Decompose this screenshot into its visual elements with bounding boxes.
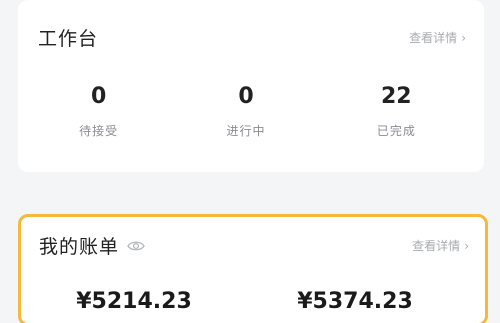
stat-in-progress[interactable]: 0 进行中 [168, 84, 323, 139]
stat-in-progress-value: 0 [238, 84, 254, 109]
stat-completed-value: 22 [381, 84, 412, 109]
stat-completed[interactable]: 22 已完成 [319, 84, 474, 139]
workbench-card: 工作台 查看详情 › 0 待接受 0 进行中 22 已完成 [18, 0, 484, 172]
bill-amount-1: ¥5214.23 [76, 289, 192, 314]
stat-completed-label: 已完成 [376, 124, 416, 138]
bill-detail-link[interactable]: 查看详情 › [412, 237, 469, 254]
chevron-right-icon: › [464, 238, 469, 253]
workbench-detail-link[interactable]: 查看详情 › [409, 29, 466, 46]
bill-title-group: 我的账单 [39, 232, 145, 259]
bill-card: 我的账单 查看详情 › ¥5214.23 ¥5374.23 [18, 214, 488, 323]
chevron-right-icon: › [461, 30, 466, 45]
workbench-header: 工作台 查看详情 › [38, 24, 466, 51]
page: 工作台 查看详情 › 0 待接受 0 进行中 22 已完成 我的账单 查看详情 … [0, 0, 500, 323]
bill-amounts: ¥5214.23 ¥5374.23 [21, 289, 485, 314]
workbench-title: 工作台 [38, 28, 99, 50]
bill-header: 我的账单 查看详情 › [39, 232, 469, 259]
bill-amount-2: ¥5374.23 [297, 289, 413, 314]
stat-pending-label: 待接受 [79, 124, 119, 138]
workbench-stats: 0 待接受 0 进行中 22 已完成 [18, 84, 484, 139]
bill-title: 我的账单 [39, 236, 120, 258]
stat-pending[interactable]: 0 待接受 [21, 84, 176, 139]
stat-pending-value: 0 [91, 84, 107, 109]
eye-icon[interactable] [127, 240, 145, 252]
bill-detail-label: 查看详情 [412, 239, 461, 253]
stat-in-progress-label: 进行中 [226, 124, 266, 138]
workbench-detail-label: 查看详情 [409, 31, 458, 45]
